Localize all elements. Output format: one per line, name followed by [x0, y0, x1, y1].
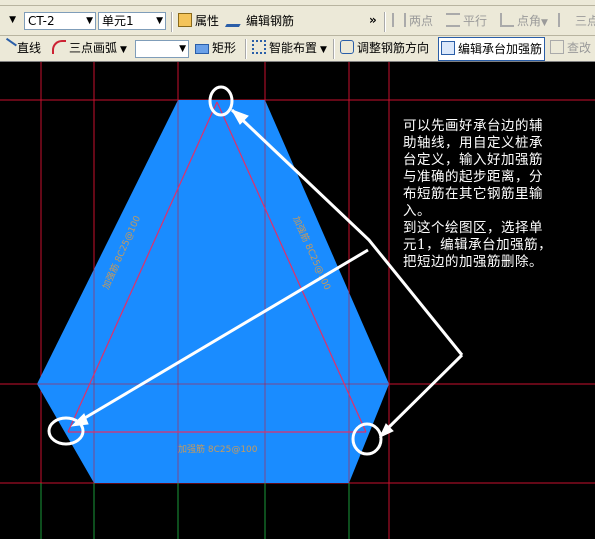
- more-icon: »: [369, 13, 377, 27]
- adjust-direction-button[interactable]: 调整钢筋方向: [340, 38, 429, 58]
- rebar-label-bottom: 加强筋 8C25@100: [178, 443, 258, 455]
- note-line: 助轴线，用自定义桩承: [403, 135, 543, 151]
- chevron-down-icon: ▼: [320, 45, 327, 55]
- note-line: 台定义，输入好加强筋: [403, 152, 543, 168]
- chevron-down-icon: ▼: [541, 18, 548, 28]
- pencil-icon: [224, 13, 248, 27]
- separator: [245, 39, 247, 59]
- arrow-to-right: [380, 353, 464, 436]
- separator: [384, 12, 386, 32]
- pile-cap-shape[interactable]: [37, 100, 389, 483]
- note-line: 布短筋在其它钢筋里输: [403, 186, 543, 202]
- angle-icon: [500, 13, 514, 27]
- chevron-down-icon: ▼: [86, 16, 93, 26]
- more-tools-button[interactable]: »: [369, 10, 377, 30]
- rectangle-icon: [195, 44, 209, 54]
- edit-rebar-label: 编辑钢筋: [246, 14, 295, 28]
- note-line: 入。: [403, 203, 431, 219]
- point-angle-button[interactable]: 点角▼: [500, 11, 548, 31]
- direction-icon: [340, 40, 354, 54]
- arc-icon: [52, 40, 66, 54]
- attr-button[interactable]: 属性: [178, 11, 219, 31]
- adjust-direction-label: 调整钢筋方向: [357, 41, 430, 55]
- attr-label: 属性: [195, 14, 220, 28]
- level-select[interactable]: CT-2 ▼: [24, 12, 96, 30]
- rect-label: 矩形: [212, 41, 237, 55]
- instruction-note: 可以先画好承台边的辅 助轴线，用自定义桩承 台定义，输入好加强筋 与准确的起步距…: [403, 118, 593, 271]
- toolbar-row-1: ▼ CT-2 ▼ 单元1 ▼ 属性 编辑钢筋 » 两点 平行 点角▼ 三点: [0, 6, 595, 36]
- view-icon: [550, 40, 564, 54]
- edit-rebar-icon: [441, 41, 455, 55]
- edit-cap-rebar-label: 编辑承台加强筋: [458, 42, 543, 56]
- note-line: 到这个绘图区，选择单: [403, 220, 543, 236]
- parallel-icon: [446, 13, 460, 27]
- chevron-down-icon: ▼: [179, 44, 186, 54]
- smart-layout-icon: [252, 40, 266, 54]
- note-line: 元1，编辑承台加强筋，: [403, 237, 553, 253]
- note-line: 与准确的起步距离，分: [403, 169, 543, 185]
- three-points-button[interactable]: 三点: [558, 11, 595, 31]
- separator: [171, 12, 173, 32]
- level-value: CT-2: [28, 14, 55, 28]
- line-icon: [0, 37, 17, 57]
- edit-rebar-button[interactable]: 编辑钢筋: [224, 11, 295, 31]
- note-line: 可以先画好承台边的辅: [403, 118, 543, 134]
- two-points-button[interactable]: 两点: [392, 11, 433, 31]
- properties-icon: [178, 13, 192, 27]
- unit-value: 单元1: [102, 14, 134, 28]
- unit-select[interactable]: 单元1 ▼: [98, 12, 166, 30]
- parallel-button[interactable]: 平行: [446, 11, 487, 31]
- shape-select[interactable]: ▼: [135, 40, 189, 58]
- separator: [333, 39, 335, 59]
- two-points-label: 两点: [409, 14, 434, 28]
- point-angle-label: 点角: [517, 14, 542, 28]
- rectangle-button[interactable]: 矩形: [195, 38, 236, 58]
- three-point-arc-button[interactable]: 三点画弧 ▼: [52, 38, 127, 58]
- chevron-down-icon: ▼: [120, 45, 127, 55]
- smart-layout-label: 智能布置: [269, 41, 318, 55]
- line-label: 直线: [17, 41, 42, 55]
- three-points-label: 三点: [575, 14, 595, 28]
- view-label: 查改: [567, 41, 592, 55]
- smart-layout-button[interactable]: 智能布置 ▼: [252, 38, 327, 58]
- axis-icon: [558, 13, 572, 27]
- dropdown-arrow-icon[interactable]: ▼: [0, 12, 18, 30]
- arc-label: 三点画弧: [69, 41, 118, 55]
- grid-icon: [392, 13, 406, 27]
- view-modify-button[interactable]: 查改: [550, 38, 591, 58]
- line-button[interactable]: 直线: [0, 37, 42, 58]
- toolbar-row-2: 直线 三点画弧 ▼ ▼ 矩形 智能布置 ▼ 调整钢筋方向 编辑承台加强筋 查改: [0, 36, 595, 62]
- note-line: 把短边的加强筋删除。: [403, 254, 543, 270]
- parallel-label: 平行: [463, 14, 488, 28]
- chevron-down-icon: ▼: [156, 16, 163, 26]
- edit-cap-rebar-button[interactable]: 编辑承台加强筋: [438, 37, 546, 61]
